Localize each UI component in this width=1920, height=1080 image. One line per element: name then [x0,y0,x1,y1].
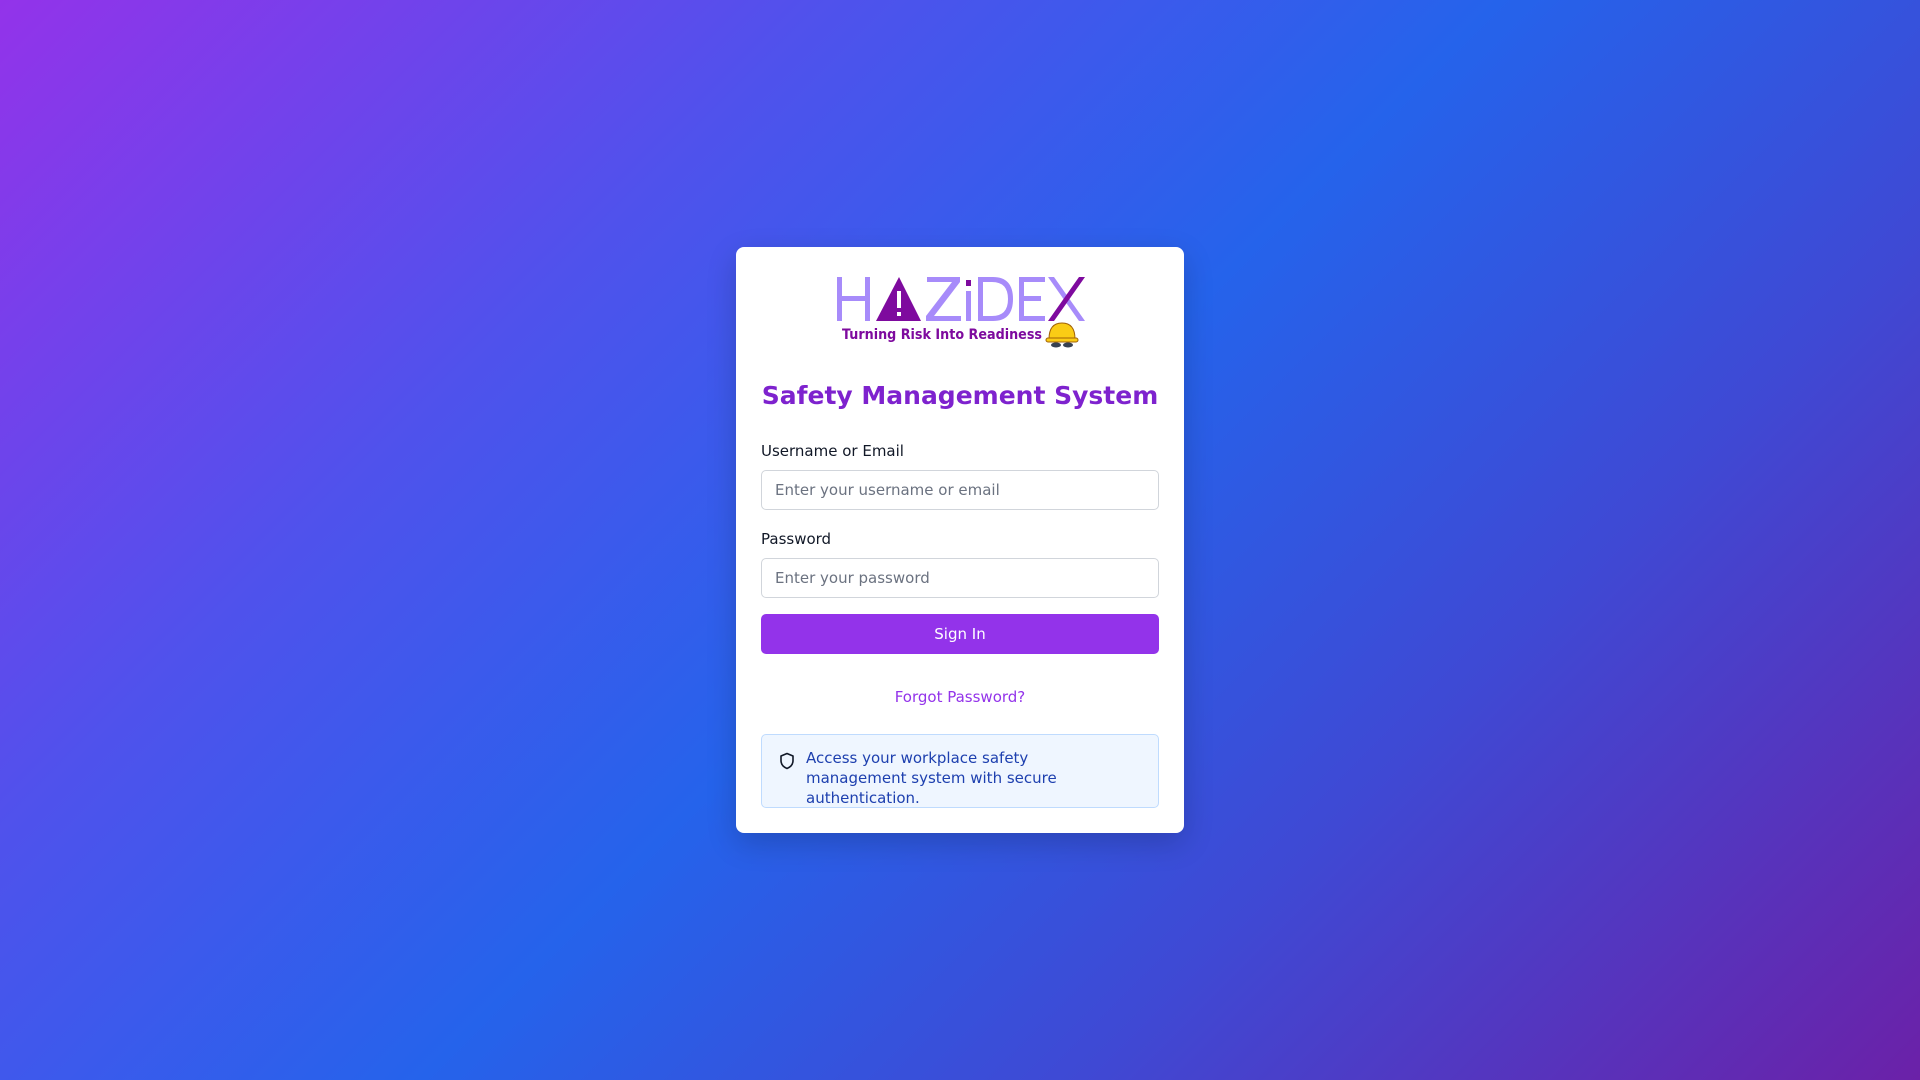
forgot-password-link[interactable]: Forgot Password? [736,688,1184,706]
username-label: Username or Email [761,442,904,460]
hazidex-logo: Turning Risk Into Readiness [837,277,1085,348]
hard-hat-icon [1045,322,1079,348]
login-card: Turning Risk Into Readiness Safety Manag… [736,247,1184,833]
page-title: Safety Management System [761,381,1159,410]
info-text: Access your workplace safety management … [806,749,1057,807]
username-input[interactable] [761,470,1159,510]
shield-icon [780,752,794,770]
password-label: Password [761,530,832,548]
password-input[interactable] [761,558,1159,598]
brand-logo: Turning Risk Into Readiness [835,275,1089,349]
brand-tagline: Turning Risk Into Readiness [842,327,1042,343]
info-notice: Access your workplace safety management … [761,734,1159,808]
warning-triangle-icon [876,277,921,321]
sign-in-button[interactable]: Sign In [761,614,1159,654]
